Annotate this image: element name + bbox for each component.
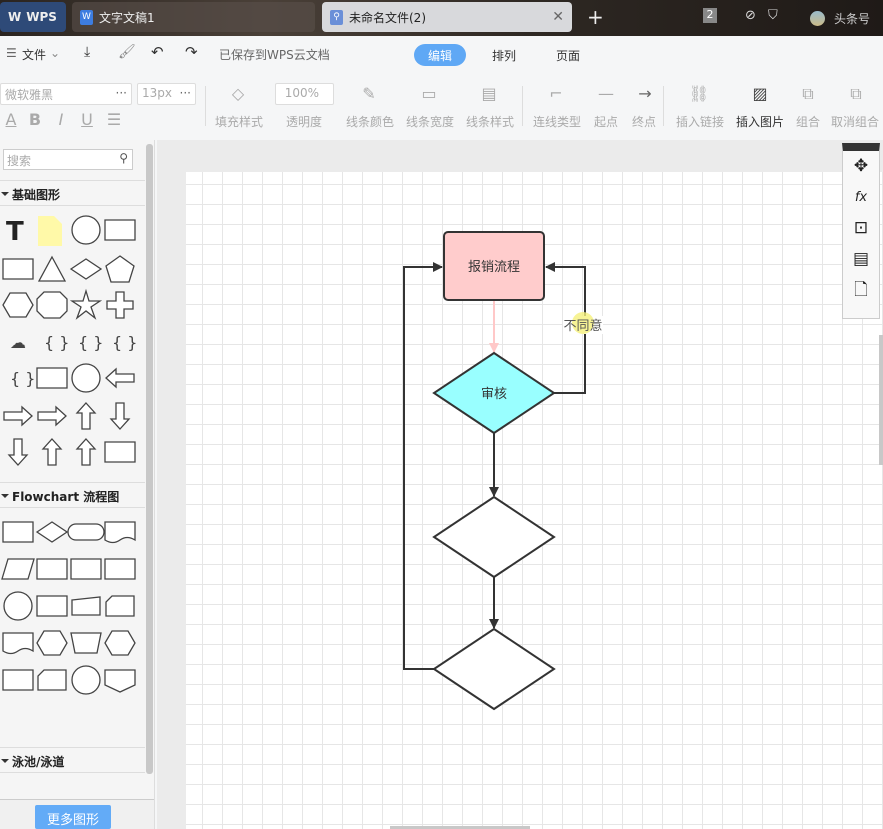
reject-edge-label[interactable]: 不同意 (563, 318, 602, 334)
canvas-vscrollbar[interactable] (879, 335, 883, 465)
review-node-label: 审核 (481, 387, 507, 402)
pages-list-icon[interactable]: ▤ (843, 244, 879, 275)
right-float-panel: ✥ fx ⊡ ▤ 🗋 (842, 143, 880, 319)
decision-node-3[interactable] (432, 627, 556, 711)
page-resize-icon[interactable]: ⊡ (843, 213, 879, 244)
decision-node-2[interactable] (432, 495, 556, 579)
diagram: 报销流程 审核 不同意 (390, 231, 883, 829)
blank-page-icon[interactable]: 🗋 (843, 275, 879, 306)
navigate-compass-icon[interactable]: ✥ (843, 151, 879, 182)
connector-loop-left[interactable] (403, 262, 443, 670)
formula-fx-icon[interactable]: fx (843, 182, 879, 213)
start-node-label: 报销流程 (468, 260, 520, 275)
